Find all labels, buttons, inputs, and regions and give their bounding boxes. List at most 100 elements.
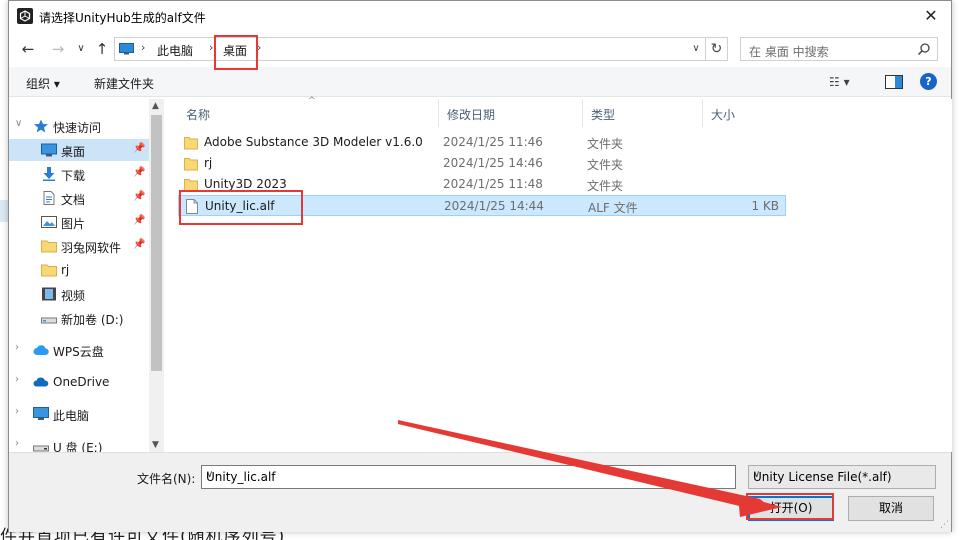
search-placeholder: 在 桌面 中搜索 <box>749 45 829 59</box>
nav-item-documents[interactable]: 文档 📌 <box>9 187 149 209</box>
file-row[interactable]: Adobe Substance 3D Modeler v1.6.0 2024/1… <box>178 132 786 153</box>
nav-item-yutu-software[interactable]: 羽兔网软件 📌 <box>9 235 149 257</box>
pc-icon <box>33 407 49 420</box>
column-header-name[interactable]: 名称 <box>178 99 439 127</box>
help-icon[interactable]: ? <box>920 73 937 90</box>
nav-item-onedrive[interactable]: › OneDrive <box>9 371 149 393</box>
folder-icon <box>184 137 198 150</box>
nav-item-desktop[interactable]: 桌面 📌 <box>9 139 149 161</box>
nav-label: OneDrive <box>53 375 110 389</box>
nav-item-pictures[interactable]: 图片 📌 <box>9 211 149 233</box>
file-date: 2024/1/25 14:44 <box>444 199 544 213</box>
nav-label: 快速访问 <box>53 121 102 135</box>
preview-pane-icon[interactable] <box>885 75 903 89</box>
expand-chevron-icon[interactable]: › <box>15 374 19 385</box>
folder-icon <box>41 264 57 277</box>
nav-label: WPS云盘 <box>53 345 104 359</box>
column-header-label: 名称 <box>186 108 211 122</box>
folder-icon <box>184 158 198 171</box>
nav-item-downloads[interactable]: 下载 📌 <box>9 163 149 185</box>
star-icon <box>34 119 48 133</box>
nav-label: 下载 <box>61 169 86 183</box>
filename-label: 文件名(N): <box>137 472 196 486</box>
expand-chevron-icon[interactable]: › <box>15 342 19 353</box>
collapse-chevron-icon[interactable]: ∨ <box>15 118 22 129</box>
nav-label: 图片 <box>61 217 86 231</box>
file-size: 1 KB <box>751 199 779 213</box>
file-name: Adobe Substance 3D Modeler v1.6.0 <box>204 135 423 149</box>
unity-icon <box>17 8 33 24</box>
scroll-up-icon[interactable]: ▲ <box>152 101 159 111</box>
address-row: ← → ∨ ↑ › 此电脑 › 桌面 › ∨ ↻ 在 桌面 中搜索 <box>9 35 951 63</box>
title-bar: 请选择UnityHub生成的alf文件 ✕ <box>9 1 951 33</box>
scrollbar-thumb[interactable] <box>151 115 162 371</box>
chevron-down-icon[interactable]: ∨ <box>206 469 731 480</box>
column-header-type[interactable]: 类型 <box>583 99 703 127</box>
breadcrumb-separator-icon[interactable]: › <box>141 41 145 54</box>
column-header-date[interactable]: 修改日期 <box>439 99 583 127</box>
up-arrow-icon[interactable]: ↑ <box>91 39 113 59</box>
nav-item-rj[interactable]: rj <box>9 259 149 281</box>
search-icon <box>917 43 930 56</box>
nav-item-wps-cloud[interactable]: › WPS云盘 <box>9 339 149 361</box>
nav-label: 羽兔网软件 <box>61 241 122 255</box>
refresh-icon[interactable]: ↻ <box>706 37 728 61</box>
expand-chevron-icon[interactable]: › <box>15 438 19 449</box>
nav-item-this-pc[interactable]: › 此电脑 <box>9 403 149 425</box>
recent-chevron-down-icon[interactable]: ∨ <box>70 39 92 59</box>
address-bar[interactable]: › 此电脑 › 桌面 › ∨ <box>114 37 706 61</box>
new-folder-button[interactable]: 新建文件夹 <box>94 75 154 92</box>
column-header-size[interactable]: 大小 <box>703 99 786 127</box>
file-type-select[interactable]: Unity License File(*.alf) ∨ <box>748 465 936 489</box>
nav-item-drive-d[interactable]: 新加卷 (D:) <box>9 307 149 329</box>
filename-input[interactable]: Unity_lic.alf ∨ <box>201 465 736 489</box>
expand-chevron-icon[interactable]: › <box>15 406 19 417</box>
scroll-down-icon[interactable]: ▼ <box>152 440 159 450</box>
nav-label: 桌面 <box>61 145 86 159</box>
file-date: 2024/1/25 14:46 <box>443 156 543 170</box>
file-type: 文件夹 <box>587 158 624 172</box>
nav-label: 新加卷 (D:) <box>61 313 124 327</box>
folder-icon <box>41 240 57 253</box>
file-date: 2024/1/25 11:48 <box>443 177 543 191</box>
nav-label: 视频 <box>61 289 86 303</box>
search-input[interactable]: 在 桌面 中搜索 <box>740 37 938 61</box>
picture-icon <box>41 216 57 228</box>
nav-label: rj <box>61 263 70 277</box>
annotation-box-open <box>746 493 834 520</box>
nav-item-videos[interactable]: 视频 <box>9 283 149 305</box>
view-options-icon[interactable]: ☷ ▾ <box>829 73 861 91</box>
nav-pane-scrollbar[interactable]: ▲ ▼ <box>149 99 164 452</box>
video-icon <box>42 287 56 301</box>
file-type: 文件夹 <box>587 137 624 151</box>
close-button[interactable]: ✕ <box>911 1 951 31</box>
cancel-button[interactable]: 取消 <box>848 496 934 521</box>
address-dropdown-icon[interactable]: ∨ <box>687 38 705 60</box>
chevron-down-icon[interactable]: ∨ <box>753 469 929 480</box>
document-icon <box>43 191 55 205</box>
organize-button[interactable]: 组织 ▾ <box>26 75 60 92</box>
command-toolbar: 组织 ▾ 新建文件夹 ☷ ▾ ? <box>9 67 951 97</box>
forward-arrow-icon[interactable]: → <box>47 39 69 59</box>
breadcrumb-this-pc[interactable]: 此电脑 <box>157 42 193 59</box>
pin-icon[interactable]: 📌 <box>133 239 145 250</box>
file-row[interactable]: rj 2024/1/25 14:46 文件夹 <box>178 153 786 174</box>
resize-grip-icon[interactable]: ⋰ <box>940 520 949 530</box>
onedrive-icon <box>33 377 49 387</box>
pin-icon[interactable]: 📌 <box>133 191 145 202</box>
annotation-box-file <box>179 190 303 225</box>
column-header-label: 类型 <box>591 108 616 122</box>
pc-icon <box>119 43 134 55</box>
file-type: 文件夹 <box>587 179 624 193</box>
pin-icon[interactable]: 📌 <box>133 167 145 178</box>
file-name: rj <box>204 156 213 170</box>
open-file-dialog: 请选择UnityHub生成的alf文件 ✕ ← → ∨ ↑ › 此电脑 › 桌面… <box>8 0 952 532</box>
nav-item-quick-access[interactable]: ∨ 快速访问 <box>9 115 149 137</box>
download-icon <box>43 167 55 181</box>
column-header-label: 大小 <box>711 108 736 122</box>
pin-icon[interactable]: 📌 <box>133 143 145 154</box>
pin-icon[interactable]: 📌 <box>133 215 145 226</box>
back-arrow-icon[interactable]: ← <box>17 39 39 59</box>
usb-drive-icon <box>33 445 49 452</box>
breadcrumb-separator-icon[interactable]: › <box>209 41 213 54</box>
